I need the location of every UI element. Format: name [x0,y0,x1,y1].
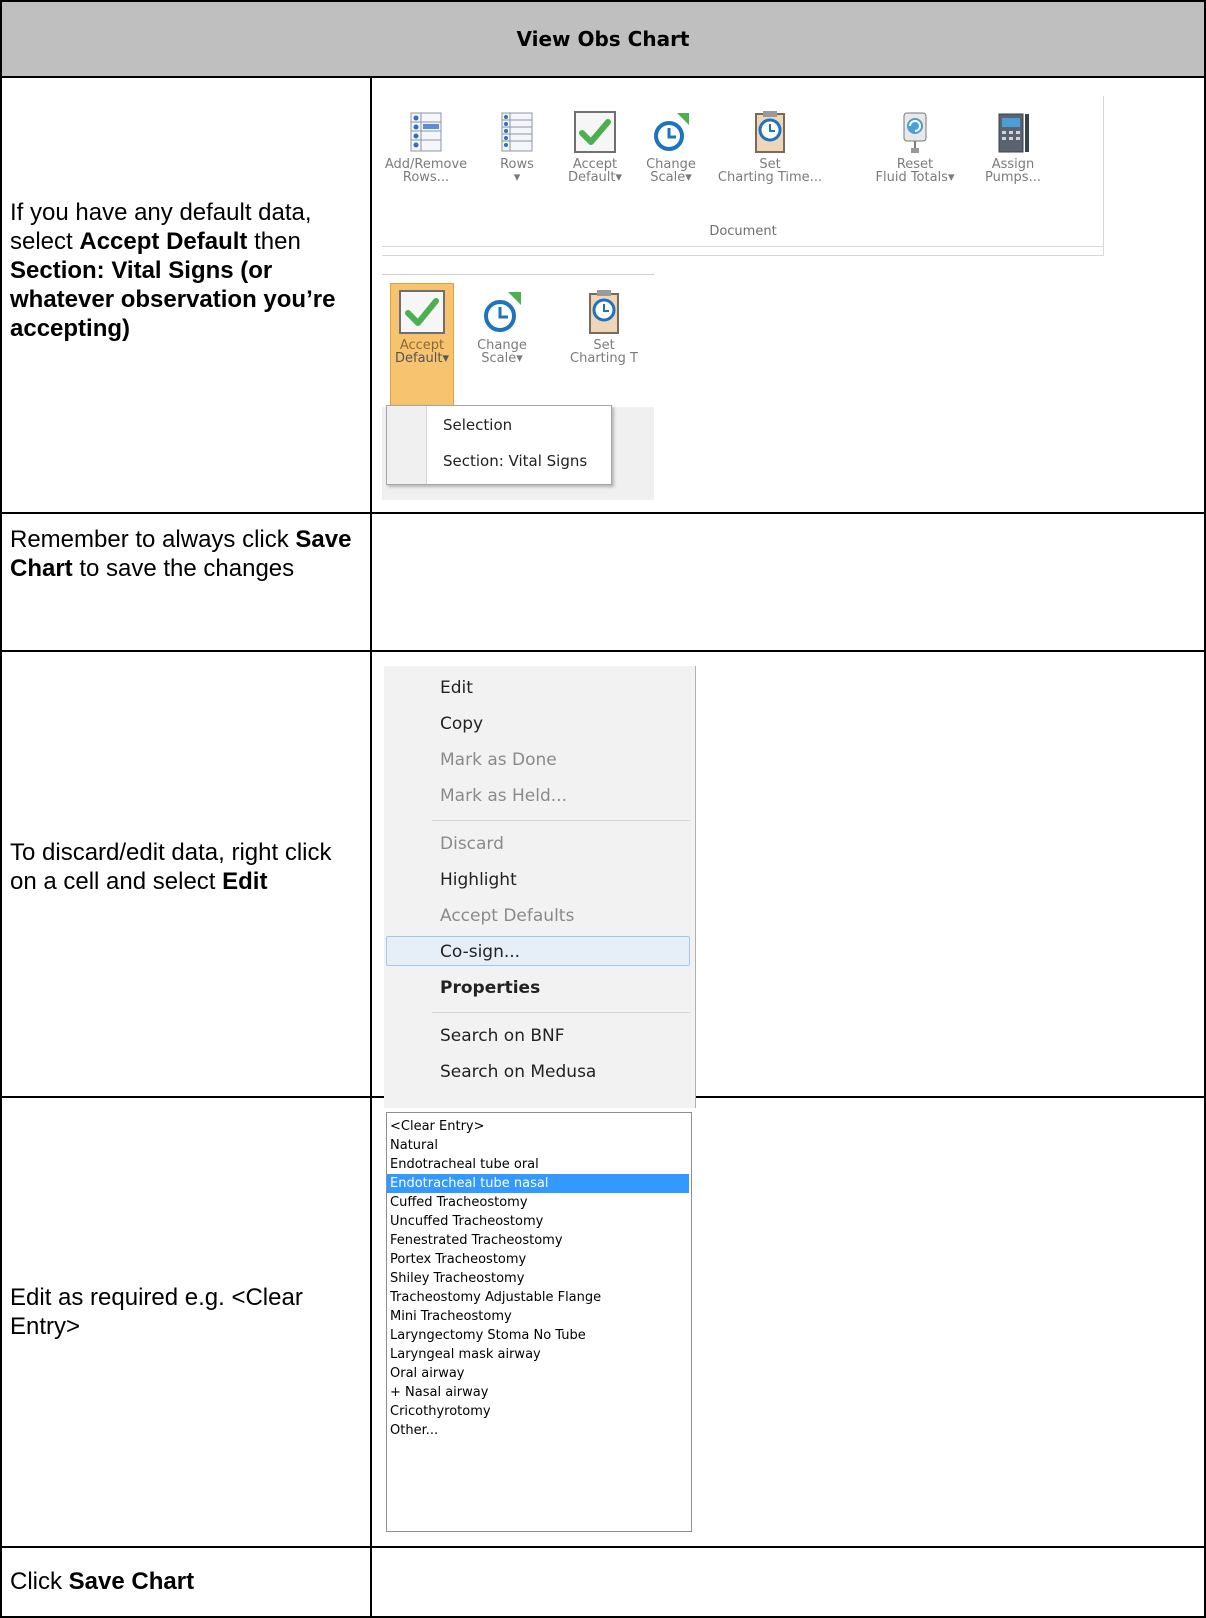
instruction-edit-required: Edit as required e.g. <Clear Entry> [10,1284,303,1340]
instruction-click-save: Click Save Chart [10,1567,360,1596]
bold-text: Accept Default [79,228,248,255]
accept-checkmark-icon [574,111,616,153]
fluid-bag-icon [903,112,927,153]
button-label: Default▾ [394,351,450,366]
menu-item-highlight[interactable]: Highlight [440,870,517,890]
list-item[interactable]: Laryngectomy Stoma No Tube [387,1326,689,1345]
instruction-discard-edit: To discard/edit data, right click on a c… [10,838,360,896]
bold-text: Edit [222,868,268,895]
list-item[interactable]: <Clear Entry> [387,1117,689,1136]
clock-clipboard-icon [755,111,785,153]
rows-icon [501,112,533,152]
menu-item-search-medusa[interactable]: Search on Medusa [440,1062,596,1082]
assign-pumps-button[interactable]: Assign Pumps... [982,110,1044,184]
pump-icon [998,113,1029,153]
list-item[interactable]: Fenestrated Tracheostomy [387,1231,689,1250]
row-divider [0,1546,1206,1548]
add-remove-rows-button[interactable]: Add/Remove Rows... [385,110,467,185]
button-label: Pumps... [985,170,1041,185]
menu-item-search-bnf[interactable]: Search on BNF [440,1026,565,1046]
bold-text: Save Chart [68,1568,195,1595]
list-item[interactable]: Natural [387,1136,689,1155]
text: to save the changes [72,555,295,582]
menu-item-mark-as-done: Mark as Done [440,750,557,770]
list-item[interactable]: Other... [387,1421,689,1440]
clock-clipboard-icon [589,290,619,334]
row-divider [0,650,1206,652]
menu-item-copy[interactable]: Copy [440,714,483,734]
table-border-left [0,0,2,1618]
button-label: Charting Time... [717,170,823,185]
list-item[interactable]: Laryngeal mask airway [387,1345,689,1364]
list-item-selected[interactable]: Endotracheal tube nasal [387,1174,689,1193]
list-item[interactable]: Cricothyrotomy [387,1402,689,1421]
table-title: View Obs Chart [516,27,690,51]
menu-separator [432,1012,690,1013]
airway-options-list[interactable]: <Clear Entry> Natural Endotracheal tube … [386,1112,692,1532]
set-charting-time-button[interactable]: Set Charting T [554,289,654,365]
column-divider [370,76,372,1618]
list-item[interactable]: + Nasal airway [387,1383,689,1402]
table-border-top [0,0,1206,2]
list-item[interactable]: Portex Tracheostomy [387,1250,689,1269]
button-label: Fluid Totals▾ [875,170,955,185]
list-item[interactable]: Endotracheal tube oral [387,1155,689,1174]
row-divider [0,512,1206,514]
accept-default-menu: Selection Section: Vital Signs [386,405,612,485]
change-scale-button[interactable]: Change Scale▾ [472,289,532,365]
text: Remember to always click [10,526,296,553]
menu-item-section-vital-signs[interactable]: Section: Vital Signs [443,452,587,470]
button-label: Scale▾ [481,351,523,366]
menu-item-accept-defaults: Accept Defaults [440,906,575,926]
menu-item-selection[interactable]: Selection [443,416,512,434]
menu-item-edit[interactable]: Edit [440,678,473,698]
clock-arrow-icon [484,292,521,332]
menu-item-co-sign[interactable]: Co-sign... [440,942,520,962]
list-item[interactable]: Shiley Tracheostomy [387,1269,689,1288]
list-item[interactable]: Uncuffed Tracheostomy [387,1212,689,1231]
accept-default-button[interactable]: Accept Default▾ [390,289,454,365]
menu-item-discard: Discard [440,834,504,854]
text: Click [10,1568,69,1595]
button-label: Scale▾ [650,170,692,185]
instruction-save-reminder: Remember to always click Save Chart to s… [10,525,360,583]
dropdown-arrow-icon: ▾ [513,170,521,185]
row-divider [0,76,1206,78]
menu-gutter [387,406,427,484]
clock-arrow-icon [654,113,689,151]
list-item[interactable]: Tracheostomy Adjustable Flange [387,1288,689,1307]
accept-default-button[interactable]: Accept Default▾ [562,110,628,184]
accept-checkmark-icon [399,290,445,334]
button-label: Charting T [570,351,638,366]
cell-context-menu: Edit Copy Mark as Done Mark as Held... D… [384,666,696,1108]
instruction-accept-default: If you have any default data, select Acc… [10,198,360,343]
text: then [247,228,301,255]
text: To discard/edit data, right click on a c… [10,839,332,895]
menu-item-properties[interactable]: Properties [440,978,540,998]
bold-text: Section: Vital Signs (or whatever observ… [10,257,336,342]
set-charting-time-button[interactable]: Set Charting Time... [714,110,826,184]
ribbon-group-label: Document [709,224,777,239]
reset-fluid-totals-button[interactable]: Reset Fluid Totals▾ [866,110,964,184]
accept-default-dropdown-screenshot: Accept Default▾ Change Scale▾ Set Charti… [382,274,654,500]
button-label: Default▾ [567,170,623,185]
ribbon-toolbar: Add/Remove Rows... Rows ▾ Accept Default… [382,96,1104,256]
change-scale-button[interactable]: Change Scale▾ [646,110,696,184]
menu-hover-highlight [386,936,690,966]
button-label: Rows... [402,170,450,185]
list-item[interactable]: Mini Tracheostomy [387,1307,689,1326]
add-remove-rows-icon [410,112,442,152]
menu-separator [432,820,690,821]
list-item[interactable]: Oral airway [387,1364,689,1383]
list-item[interactable]: Cuffed Tracheostomy [387,1193,689,1212]
menu-item-mark-as-held: Mark as Held... [440,786,567,806]
rows-button[interactable]: Rows ▾ [494,110,540,184]
ribbon-divider [382,246,1104,247]
